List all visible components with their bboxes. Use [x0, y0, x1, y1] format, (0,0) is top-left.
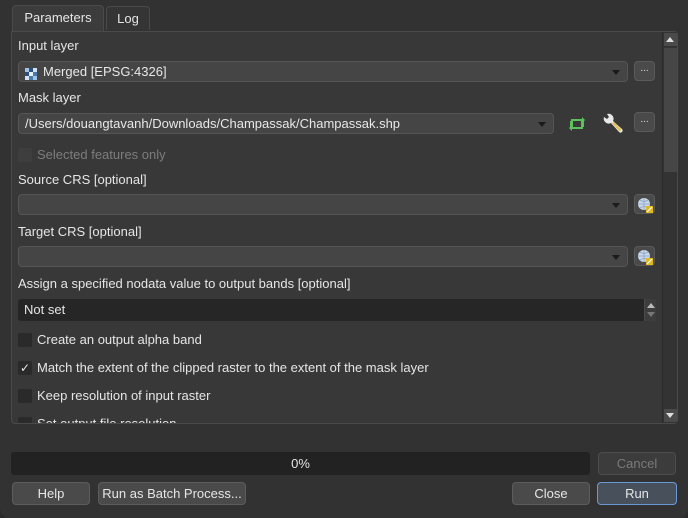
chevron-down-icon: [612, 70, 620, 75]
wrench-icon[interactable]: [601, 112, 625, 136]
chevron-down-icon: [612, 255, 620, 260]
parameters-scroll-area: Input layer Merged [EPSG:4326] ... Mask …: [12, 32, 662, 423]
input-layer-browse-button[interactable]: ...: [634, 61, 655, 81]
nodata-value: Not set: [24, 302, 66, 317]
parameters-panel: Input layer Merged [EPSG:4326] ... Mask …: [11, 31, 678, 424]
target-crs-select-button[interactable]: [634, 246, 655, 266]
spin-up-icon[interactable]: [647, 303, 655, 308]
scrollbar-thumb[interactable]: [664, 48, 677, 172]
keep-resolution-checkbox[interactable]: [18, 389, 32, 403]
alpha-band-label: Create an output alpha band: [37, 332, 202, 347]
source-crs-select-button[interactable]: [634, 194, 655, 214]
scroll-up-icon[interactable]: [664, 33, 677, 46]
tab-parameters[interactable]: Parameters: [12, 5, 104, 31]
run-button[interactable]: Run: [597, 482, 677, 505]
cancel-button[interactable]: Cancel: [598, 452, 676, 475]
mask-layer-options-button[interactable]: ...: [634, 112, 655, 132]
vertical-scrollbar[interactable]: [662, 32, 677, 423]
progress-text: 0%: [291, 456, 310, 471]
crs-globe-icon: [637, 250, 653, 268]
set-resolution-checkbox[interactable]: [18, 417, 32, 423]
target-crs-label: Target CRS [optional]: [18, 224, 142, 239]
nodata-label: Assign a specified nodata value to outpu…: [18, 276, 351, 291]
source-crs-combo[interactable]: [18, 194, 628, 215]
selected-features-label: Selected features only: [37, 147, 166, 162]
spinbox-arrows[interactable]: [644, 299, 656, 321]
scroll-down-icon[interactable]: [664, 409, 677, 422]
progress-bar: 0%: [11, 452, 590, 475]
input-layer-combo[interactable]: Merged [EPSG:4326]: [18, 61, 628, 82]
match-extent-checkbox[interactable]: ✓: [18, 361, 32, 375]
target-crs-combo[interactable]: [18, 246, 628, 267]
run-batch-button[interactable]: Run as Batch Process...: [98, 482, 246, 505]
chevron-down-icon: [612, 203, 620, 208]
alpha-band-checkbox[interactable]: [18, 333, 32, 347]
crs-globe-icon: [637, 198, 653, 216]
mask-layer-value: /Users/douangtavanh/Downloads/Champassak…: [25, 116, 401, 131]
keep-resolution-label: Keep resolution of input raster: [37, 388, 211, 403]
iterate-icon[interactable]: [566, 113, 588, 135]
processing-dialog: Parameters Log Input layer Merged [EPSG:…: [0, 0, 688, 518]
mask-layer-combo[interactable]: /Users/douangtavanh/Downloads/Champassak…: [18, 113, 554, 134]
close-button[interactable]: Close: [512, 482, 590, 505]
input-layer-label: Input layer: [18, 38, 79, 53]
tab-log[interactable]: Log: [106, 6, 150, 30]
help-button[interactable]: Help: [12, 482, 90, 505]
set-resolution-label: Set output file resolution: [37, 416, 176, 423]
nodata-spinbox[interactable]: Not set: [18, 299, 656, 321]
selected-features-checkbox[interactable]: [18, 148, 32, 162]
input-layer-value: Merged [EPSG:4326]: [43, 64, 167, 79]
raster-layer-icon: [25, 66, 37, 80]
source-crs-label: Source CRS [optional]: [18, 172, 147, 187]
spin-down-icon[interactable]: [647, 312, 655, 317]
match-extent-label: Match the extent of the clipped raster t…: [37, 360, 429, 375]
chevron-down-icon: [538, 122, 546, 127]
mask-layer-label: Mask layer: [18, 90, 81, 105]
